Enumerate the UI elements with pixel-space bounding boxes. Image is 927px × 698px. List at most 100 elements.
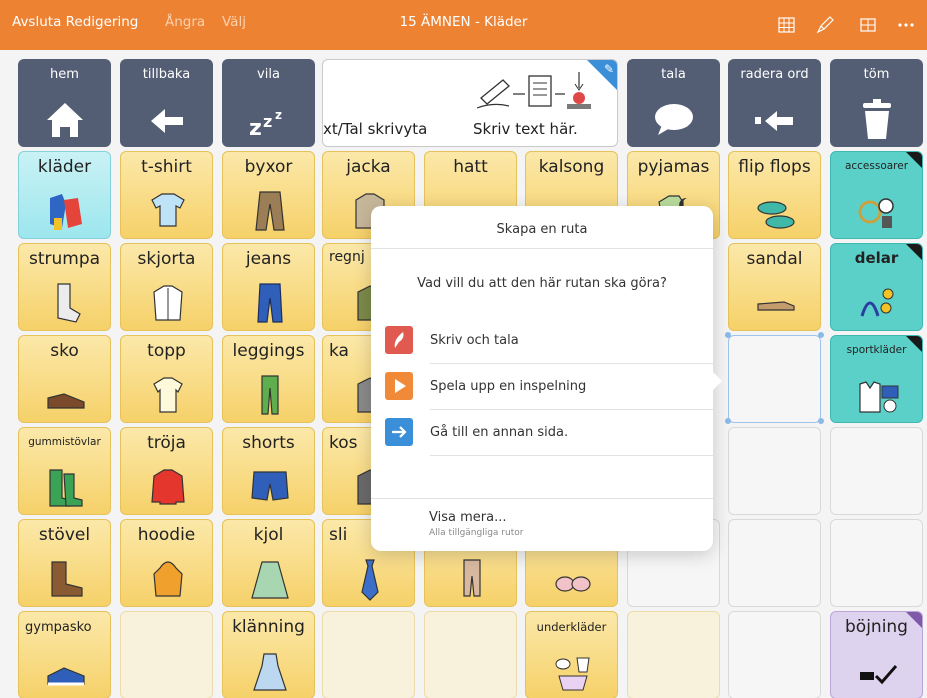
cell-label: shorts: [242, 433, 295, 453]
empty-cell[interactable]: [728, 611, 821, 698]
cell-flip-flops[interactable]: flip flops: [728, 151, 821, 239]
sock-icon: [57, 283, 81, 323]
cell-kläder[interactable]: kläder: [18, 151, 111, 239]
cell-tröja[interactable]: tröja: [120, 427, 213, 515]
play-icon: [385, 372, 413, 400]
folder-accessoarer[interactable]: accessoarer: [830, 151, 923, 239]
cell-byxor[interactable]: byxor: [222, 151, 315, 239]
option-label: Spela upp en inspelning: [430, 379, 587, 394]
empty-cell[interactable]: [728, 519, 821, 607]
cell-underkläder[interactable]: underkläder: [525, 611, 618, 698]
back-label: tillbaka: [142, 67, 191, 82]
cell-shorts[interactable]: shorts: [222, 427, 315, 515]
cell-label: flip flops: [738, 157, 811, 177]
cell-label: byxor: [244, 157, 293, 177]
selection-handle[interactable]: [818, 332, 824, 338]
shorts-icon: [251, 471, 289, 501]
popup-question: Vad vill du att den här rutan ska göra?: [417, 276, 667, 291]
cell-label: pyjamas: [637, 157, 710, 177]
folder-delar[interactable]: delar: [830, 243, 923, 331]
trousers-icon: [255, 191, 285, 231]
cell-label: accessoarer: [844, 160, 909, 172]
cell-strumpa[interactable]: strumpa: [18, 243, 111, 331]
leggings-icon: [261, 375, 279, 415]
delete-word-icon: [755, 111, 793, 131]
text-speech-area[interactable]: xt/Tal skrivyta Skriv text här. ✎: [322, 59, 618, 147]
svg-text:z: z: [249, 116, 262, 141]
cell-t-shirt[interactable]: t-shirt: [120, 151, 213, 239]
grid-edit-icon[interactable]: [776, 14, 798, 36]
cell-sandal[interactable]: sandal: [728, 243, 821, 331]
pencil-icon: ✎: [603, 62, 614, 76]
clear-button[interactable]: töm: [830, 59, 923, 147]
cell-topp[interactable]: topp: [120, 335, 213, 423]
option-write-and-speak[interactable]: Skriv och tala: [385, 326, 713, 356]
back-button[interactable]: tillbaka: [120, 59, 213, 147]
empty-cell[interactable]: [830, 519, 923, 607]
cell-gympasko[interactable]: gympasko: [18, 611, 111, 698]
rubber-boots-icon: [49, 469, 83, 507]
cell-sko[interactable]: sko: [18, 335, 111, 423]
selection-handle[interactable]: [725, 418, 731, 424]
cell-klänning[interactable]: klänning: [222, 611, 315, 698]
cell-jeans[interactable]: jeans: [222, 243, 315, 331]
clothes-icon: [50, 194, 82, 230]
cell-gummistövlar[interactable]: gummistövlar: [18, 427, 111, 515]
more-icon[interactable]: [895, 14, 917, 36]
cell-label: kjol: [253, 525, 284, 545]
shoe-icon: [47, 393, 85, 409]
t-shirt-icon: [151, 193, 185, 227]
delete-word-button[interactable]: radera ord: [728, 59, 821, 147]
option-play-recording[interactable]: Spela upp en inspelning: [385, 372, 713, 402]
undo-button[interactable]: Ångra: [165, 14, 205, 30]
empty-cell[interactable]: [728, 427, 821, 515]
empty-cell[interactable]: [120, 611, 213, 698]
rest-button[interactable]: vila z z z: [222, 59, 315, 147]
cell-leggings[interactable]: leggings: [222, 335, 315, 423]
grid-icon[interactable]: [857, 14, 879, 36]
cell-label: skjorta: [137, 249, 196, 269]
cell-label: gympasko: [25, 620, 92, 635]
selection-handle[interactable]: [818, 418, 824, 424]
bra-icon: [555, 576, 591, 592]
text-area-label: xt/Tal skrivyta: [323, 120, 428, 138]
cell-label: sandal: [746, 249, 803, 269]
show-more-link[interactable]: Visa mera...: [429, 510, 506, 525]
page-title: 15 ÄMNEN - Kläder: [399, 14, 528, 30]
grammar-böjning[interactable]: böjning: [830, 611, 923, 698]
empty-cell[interactable]: [627, 611, 720, 698]
cell-label: topp: [147, 341, 186, 361]
cell-skjorta[interactable]: skjorta: [120, 243, 213, 331]
empty-cell[interactable]: [830, 427, 923, 515]
option-go-to-page[interactable]: Gå till en annan sida.: [385, 418, 713, 448]
selected-empty-cell[interactable]: [728, 335, 821, 423]
cell-label: gummistövlar: [28, 436, 101, 448]
cell-label: jacka: [346, 157, 391, 177]
flip-flops-icon: [757, 201, 795, 229]
cell-kjol[interactable]: kjol: [222, 519, 315, 607]
sleep-icon: z z z: [249, 108, 282, 141]
brush-icon[interactable]: [814, 14, 836, 36]
top-icon: [153, 377, 183, 413]
cell-label: klänning: [232, 617, 305, 637]
create-cell-popup: Skapa en ruta Vad vill du att den här ru…: [371, 206, 722, 551]
sportswear-icon: [859, 381, 899, 413]
cell-stövel[interactable]: stövel: [18, 519, 111, 607]
arrow-right-icon: [385, 418, 413, 446]
tie-icon: [361, 559, 379, 601]
popover-arrow: [712, 371, 722, 391]
selection-handle[interactable]: [725, 332, 731, 338]
trash-icon: [863, 99, 891, 139]
home-button[interactable]: hem: [18, 59, 111, 147]
divider: [430, 409, 713, 410]
cell-label: sko: [50, 341, 79, 361]
divider: [430, 363, 713, 364]
cell-hoodie[interactable]: hoodie: [120, 519, 213, 607]
skirt-icon: [251, 561, 289, 599]
folder-sportkläder[interactable]: sportkläder: [830, 335, 923, 423]
finish-editing-button[interactable]: Avsluta Redigering: [12, 14, 138, 30]
select-button[interactable]: Välj: [222, 14, 246, 30]
speak-button[interactable]: tala: [627, 59, 720, 147]
empty-cell[interactable]: [424, 611, 517, 698]
empty-cell[interactable]: [322, 611, 415, 698]
